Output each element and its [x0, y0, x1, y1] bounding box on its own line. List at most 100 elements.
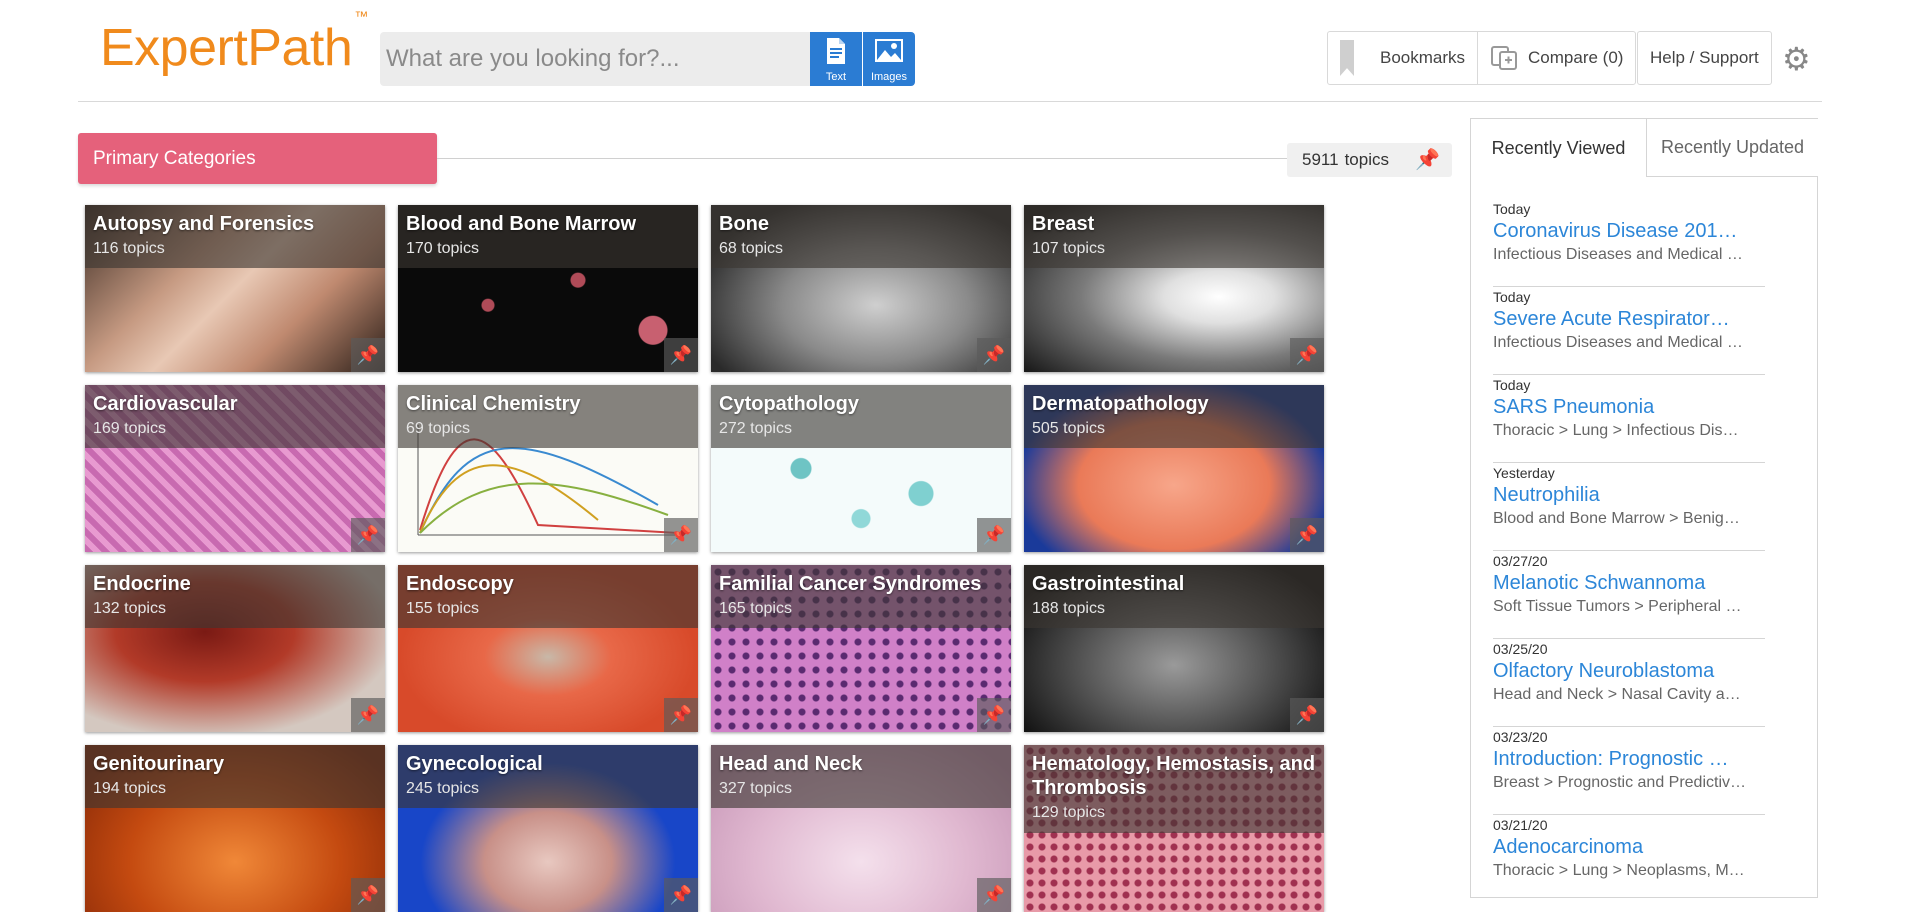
tile-caption: Cardiovascular 169 topics: [85, 385, 385, 448]
tab-recently-updated[interactable]: Recently Updated: [1646, 119, 1818, 177]
tile-count: 327 topics: [719, 780, 1003, 798]
tile-count-number: 505: [1032, 420, 1059, 437]
pin-icon[interactable]: 📌: [351, 698, 385, 732]
tile-name: Hematology, Hemostasis, and Thrombosis: [1032, 753, 1316, 799]
search-bar: Text Images: [380, 32, 915, 86]
item-date: Today: [1493, 201, 1531, 217]
tile-count-suffix: topics: [437, 600, 479, 617]
pin-icon[interactable]: 📌: [977, 518, 1011, 552]
tile-count-suffix: topics: [124, 420, 166, 437]
tile-count: 107 topics: [1032, 240, 1316, 258]
bookmarks-button[interactable]: Bookmarks: [1328, 32, 1477, 84]
item-date: Yesterday: [1493, 465, 1555, 481]
tile-count-number: 69: [406, 420, 424, 437]
compare-icon: [1491, 46, 1518, 70]
tile-count-number: 107: [1032, 240, 1059, 257]
category-tile-endocrine[interactable]: Endocrine 132 topics 📌: [85, 565, 385, 732]
tile-count: 505 topics: [1032, 420, 1316, 438]
tile-count-suffix: topics: [1063, 420, 1105, 437]
item-title-link[interactable]: Neutrophilia: [1493, 484, 1765, 507]
category-tile-endoscopy[interactable]: Endoscopy 155 topics 📌: [398, 565, 698, 732]
help-label: Help / Support: [1650, 48, 1759, 67]
pin-icon[interactable]: 📌: [664, 338, 698, 372]
tile-caption: Hematology, Hemostasis, and Thrombosis 1…: [1024, 745, 1324, 833]
primary-categories-label: Primary Categories: [93, 147, 256, 169]
pin-icon[interactable]: 📌: [977, 338, 1011, 372]
tile-count: 68 topics: [719, 240, 1003, 258]
text-search-button[interactable]: Text: [810, 32, 862, 86]
pin-icon[interactable]: 📌: [977, 878, 1011, 912]
category-tile-dermatopathology[interactable]: Dermatopathology 505 topics 📌: [1024, 385, 1324, 552]
category-tile-familial-cancer[interactable]: Familial Cancer Syndromes 165 topics 📌: [711, 565, 1011, 732]
item-path: Infectious Diseases and Medical …: [1493, 246, 1743, 263]
tile-count-suffix: topics: [437, 240, 479, 257]
item-date: 03/23/20: [1493, 729, 1548, 745]
tile-caption: Endocrine 132 topics: [85, 565, 385, 628]
tile-caption: Breast 107 topics: [1024, 205, 1324, 268]
pin-icon[interactable]: 📌: [977, 698, 1011, 732]
category-tile-blood-bone-marrow[interactable]: Blood and Bone Marrow 170 topics 📌: [398, 205, 698, 372]
pin-icon[interactable]: 📌: [1415, 147, 1440, 172]
category-tile-breast[interactable]: Breast 107 topics 📌: [1024, 205, 1324, 372]
item-title-link[interactable]: Adenocarcinoma: [1493, 836, 1765, 859]
pin-icon[interactable]: 📌: [1290, 518, 1324, 552]
expertpath-logo[interactable]: ExpertPath™: [100, 8, 368, 78]
item-title-link[interactable]: Melanotic Schwannoma: [1493, 572, 1765, 595]
bookmarks-label: Bookmarks: [1380, 48, 1466, 67]
tile-count-number: 155: [406, 600, 433, 617]
item-date: 03/25/20: [1493, 641, 1548, 657]
category-tile-gastrointestinal[interactable]: Gastrointestinal 188 topics 📌: [1024, 565, 1324, 732]
item-title-link[interactable]: Severe Acute Respirator…: [1493, 308, 1765, 331]
pin-icon[interactable]: 📌: [1290, 338, 1324, 372]
pin-icon[interactable]: 📌: [664, 698, 698, 732]
tile-name: Gastrointestinal: [1032, 573, 1185, 595]
search-input[interactable]: [380, 32, 810, 86]
topic-count-suffix: topics: [1344, 150, 1389, 169]
item-title-link[interactable]: Introduction: Prognostic …: [1493, 748, 1765, 771]
item-date: 03/27/20: [1493, 553, 1548, 569]
tile-count-number: 170: [406, 240, 433, 257]
category-tile-cardiovascular[interactable]: Cardiovascular 169 topics 📌: [85, 385, 385, 552]
tile-count-suffix: topics: [1063, 600, 1105, 617]
tile-count-number: 116: [93, 240, 119, 257]
item-title-link[interactable]: SARS Pneumonia: [1493, 396, 1765, 419]
tile-caption: Gastrointestinal 188 topics: [1024, 565, 1324, 628]
list-item: 03/21/20 Adenocarcinoma Thoracic > Lung …: [1493, 815, 1765, 903]
tile-caption: Familial Cancer Syndromes 165 topics: [711, 565, 1011, 628]
tile-count-suffix: topics: [428, 420, 471, 437]
tile-name: Blood and Bone Marrow: [406, 213, 636, 235]
compare-label: Compare (0): [1528, 48, 1624, 67]
category-tile-clinical-chemistry[interactable]: Clinical Chemistry 69 topics 📌: [398, 385, 698, 552]
tab-recently-viewed[interactable]: Recently Viewed: [1471, 119, 1646, 177]
tile-count-number: 245: [406, 780, 433, 797]
item-title-link[interactable]: Olfactory Neuroblastoma: [1493, 660, 1765, 683]
pin-icon[interactable]: 📌: [351, 338, 385, 372]
category-tile-autopsy[interactable]: Autopsy and Forensics 116 topics 📌: [85, 205, 385, 372]
tile-name: Dermatopathology: [1032, 393, 1209, 415]
compare-button[interactable]: Compare (0): [1477, 32, 1635, 84]
pin-icon[interactable]: 📌: [1290, 698, 1324, 732]
item-title-link[interactable]: Coronavirus Disease 201…: [1493, 220, 1765, 243]
gear-icon[interactable]: ⚙: [1782, 40, 1811, 78]
list-item: Today SARS Pneumonia Thoracic > Lung > I…: [1493, 375, 1765, 463]
tile-count-suffix: topics: [741, 240, 784, 257]
help-support-button[interactable]: Help / Support: [1638, 32, 1771, 84]
text-button-label: Text: [825, 71, 847, 83]
primary-categories-banner: Primary Categories: [78, 133, 437, 184]
category-tile-cytopathology[interactable]: Cytopathology 272 topics 📌: [711, 385, 1011, 552]
tile-name: Endocrine: [93, 573, 191, 595]
pin-icon[interactable]: 📌: [351, 878, 385, 912]
categories-divider: [437, 158, 1287, 159]
topic-count-number: 5911: [1302, 150, 1339, 169]
tile-count: 188 topics: [1032, 600, 1316, 618]
image-search-button[interactable]: Images: [863, 32, 915, 86]
pin-icon[interactable]: 📌: [664, 878, 698, 912]
item-path: Blood and Bone Marrow > Benig…: [1493, 510, 1740, 527]
tile-caption: Genitourinary 194 topics: [85, 745, 385, 808]
tile-count: 272 topics: [719, 420, 1003, 438]
recent-tabs: Recently Viewed Recently Updated: [1471, 119, 1818, 177]
pin-icon[interactable]: 📌: [351, 518, 385, 552]
category-tile-bone[interactable]: Bone 68 topics 📌: [711, 205, 1011, 372]
pin-icon[interactable]: 📌: [664, 518, 698, 552]
tile-count-number: 194: [93, 780, 120, 797]
